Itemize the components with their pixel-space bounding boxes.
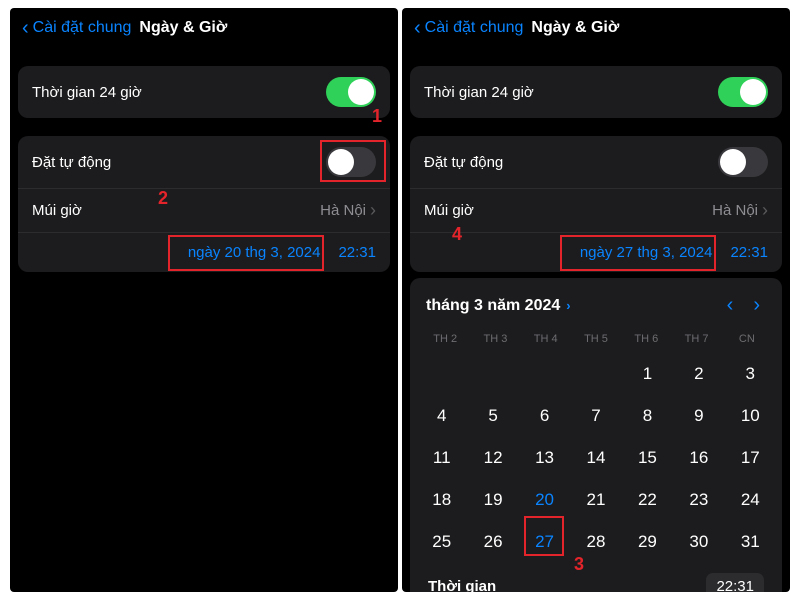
time-button[interactable]: 22:31 (338, 244, 376, 261)
label-24h: Thời gian 24 giờ (32, 84, 142, 101)
toggle-24h[interactable] (718, 77, 768, 107)
toggle-knob (740, 79, 766, 105)
calendar-day[interactable]: 26 (467, 521, 518, 563)
date-button[interactable]: ngày 20 thg 3, 2024 (188, 244, 321, 261)
left-screenshot: ‹Cài đặt chung Ngày & Giờ Thời gian 24 g… (10, 8, 398, 592)
back-button[interactable]: ‹Cài đặt chung (414, 18, 523, 38)
chevron-right-icon: › (566, 298, 570, 313)
label-timezone: Múi giờ (424, 202, 474, 219)
calendar-day[interactable]: 13 (519, 437, 570, 479)
calendar-day[interactable]: 3 (725, 353, 776, 395)
next-month-button[interactable]: › (753, 294, 760, 317)
toggle-24h[interactable] (326, 77, 376, 107)
calendar-day[interactable]: 6 (519, 395, 570, 437)
chevron-right-icon: › (762, 200, 768, 221)
timezone-value: Hà Nội› (712, 200, 768, 221)
weekday-header: TH 2TH 3TH 4TH 5TH 6TH 7CN (416, 329, 776, 353)
calendar-day[interactable]: 19 (467, 479, 518, 521)
row-datetime: ngày 27 thg 3, 2024 22:31 (410, 232, 782, 272)
row-timezone[interactable]: Múi giờ Hà Nội› (410, 188, 782, 232)
calendar-day[interactable]: 1 (622, 353, 673, 395)
toggle-knob (328, 149, 354, 175)
back-label: Cài đặt chung (425, 19, 524, 37)
toggle-knob (348, 79, 374, 105)
row-24h: Thời gian 24 giờ (410, 66, 782, 118)
calendar-day[interactable]: 17 (725, 437, 776, 479)
month-year-button[interactable]: tháng 3 năm 2024› (426, 297, 571, 315)
time-button[interactable]: 22:31 (730, 244, 768, 261)
date-button[interactable]: ngày 27 thg 3, 2024 (580, 244, 713, 261)
calendar-day[interactable]: 5 (467, 395, 518, 437)
label-auto: Đặt tự động (32, 154, 111, 171)
right-screenshot: ‹Cài đặt chung Ngày & Giờ Thời gian 24 g… (402, 8, 790, 592)
calendar-header: tháng 3 năm 2024› ‹ › (416, 288, 776, 329)
marker-3: 3 (574, 554, 584, 575)
toggle-knob (720, 149, 746, 175)
label-auto: Đặt tự động (424, 154, 503, 171)
toggle-auto[interactable] (326, 147, 376, 177)
calendar-grid: ....123456789101112131415161718192021222… (416, 353, 776, 563)
calendar-day[interactable]: 30 (673, 521, 724, 563)
back-label: Cài đặt chung (33, 19, 132, 37)
calendar-day[interactable]: 10 (725, 395, 776, 437)
calendar-day[interactable]: 24 (725, 479, 776, 521)
chevron-left-icon: ‹ (414, 18, 421, 38)
section-auto: Đặt tự động Múi giờ Hà Nội› ngày 27 thg … (410, 136, 782, 272)
calendar-day[interactable]: 9 (673, 395, 724, 437)
calendar-day[interactable]: 25 (416, 521, 467, 563)
time-pill[interactable]: 22:31 (706, 573, 764, 592)
calendar-day[interactable]: 14 (570, 437, 621, 479)
calendar-day[interactable]: 31 (725, 521, 776, 563)
calendar-day[interactable]: 12 (467, 437, 518, 479)
row-datetime: ngày 20 thg 3, 2024 22:31 (18, 232, 390, 272)
calendar-day[interactable]: 27 (519, 521, 570, 563)
section-24h: Thời gian 24 giờ (410, 66, 782, 118)
marker-4: 4 (452, 224, 462, 245)
row-auto: Đặt tự động (18, 136, 390, 188)
marker-1: 1 (372, 106, 382, 127)
toggle-auto[interactable] (718, 147, 768, 177)
timezone-value: Hà Nội› (320, 200, 376, 221)
calendar-day[interactable]: 29 (622, 521, 673, 563)
calendar-day[interactable]: 11 (416, 437, 467, 479)
calendar-day[interactable]: 21 (570, 479, 621, 521)
time-label: Thời gian (428, 578, 496, 592)
calendar-day[interactable]: 22 (622, 479, 673, 521)
row-auto: Đặt tự động (410, 136, 782, 188)
row-timezone[interactable]: Múi giờ Hà Nội› (18, 188, 390, 232)
calendar-day[interactable]: 15 (622, 437, 673, 479)
page-title: Ngày & Giờ (139, 19, 227, 37)
section-auto: Đặt tự động Múi giờ Hà Nội› ngày 20 thg … (18, 136, 390, 272)
calendar-time-row: Thời gian 22:31 (416, 563, 776, 592)
chevron-right-icon: › (370, 200, 376, 221)
calendar-day[interactable]: 7 (570, 395, 621, 437)
section-24h: Thời gian 24 giờ (18, 66, 390, 118)
calendar-day[interactable]: 2 (673, 353, 724, 395)
label-timezone: Múi giờ (32, 202, 82, 219)
calendar-day[interactable]: 16 (673, 437, 724, 479)
calendar-day[interactable]: 8 (622, 395, 673, 437)
calendar-day[interactable]: 4 (416, 395, 467, 437)
page-title: Ngày & Giờ (531, 19, 619, 37)
calendar-day[interactable]: 23 (673, 479, 724, 521)
nav-bar: ‹Cài đặt chung Ngày & Giờ (402, 8, 790, 48)
nav-bar: ‹Cài đặt chung Ngày & Giờ (10, 8, 398, 48)
calendar-day[interactable]: 20 (519, 479, 570, 521)
marker-2: 2 (158, 188, 168, 209)
label-24h: Thời gian 24 giờ (424, 84, 534, 101)
calendar-day[interactable]: 18 (416, 479, 467, 521)
prev-month-button[interactable]: ‹ (727, 294, 734, 317)
month-nav: ‹ › (727, 294, 766, 317)
row-24h: Thời gian 24 giờ (18, 66, 390, 118)
chevron-left-icon: ‹ (22, 18, 29, 38)
calendar: tháng 3 năm 2024› ‹ › TH 2TH 3TH 4TH 5TH… (410, 278, 782, 592)
back-button[interactable]: ‹Cài đặt chung (22, 18, 131, 38)
